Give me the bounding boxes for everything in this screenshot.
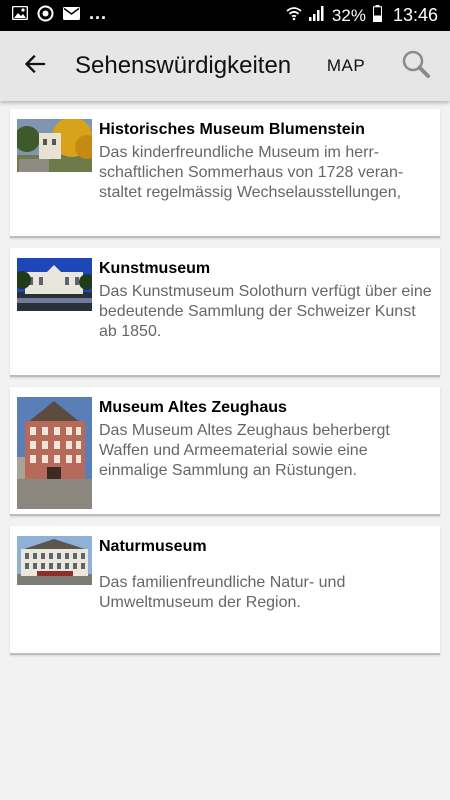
list-item-naturmuseum[interactable]: Naturmuseum Das familienfreundliche Natu… xyxy=(10,526,440,655)
list-item-kunstmuseum[interactable]: Kunstmuseum Das Kunstmuseum Solothurn ve… xyxy=(10,248,440,377)
thumbnail-image xyxy=(17,397,92,509)
back-button[interactable] xyxy=(0,31,70,101)
item-description: Das Museum Altes Zeughaus beherbergt Waf… xyxy=(99,422,390,479)
signal-icon xyxy=(308,5,325,26)
app-bar: Sehenswürdigkeiten MAP xyxy=(0,31,450,101)
more-notifications-dots: ... xyxy=(89,3,108,23)
thumbnail-image xyxy=(17,536,92,585)
wifi-icon xyxy=(286,5,302,26)
search-icon xyxy=(401,49,431,84)
battery-percent: 32% xyxy=(331,5,366,25)
image-icon xyxy=(11,5,29,25)
map-button[interactable]: MAP xyxy=(316,56,376,76)
battery-icon xyxy=(372,4,382,27)
arrow-back-icon xyxy=(23,52,47,81)
item-title: Naturmuseum xyxy=(99,538,207,555)
status-right-icons: 32% 13:46 xyxy=(286,4,438,27)
list-item-blumenstein[interactable]: Historisches Museum Blumenstein Das kind… xyxy=(10,109,440,238)
thumbnail-image xyxy=(17,119,92,172)
status-bar: ... 32% 13:46 xyxy=(0,0,450,31)
list-item-altes-zeughaus[interactable]: Museum Altes Zeughaus Das Museum Altes Z… xyxy=(10,387,440,516)
item-description: Das Kunstmuseum Solothurn verfügt über e… xyxy=(99,283,432,340)
status-left-icons: ... xyxy=(11,3,108,27)
item-description: Das familienfreundliche Natur- und Umwel… xyxy=(99,574,346,611)
search-button[interactable] xyxy=(390,31,442,101)
status-time: 13:46 xyxy=(392,5,438,25)
page-title: Sehenswürdigkeiten xyxy=(75,52,292,79)
sights-list: Historisches Museum Blumenstein Das kind… xyxy=(10,109,440,665)
item-title: Kunstmuseum xyxy=(99,260,211,277)
thumbnail-image xyxy=(17,258,92,311)
item-description: Das kinderfreundliche Museum im herr-sch… xyxy=(99,144,404,201)
item-title: Historisches Museum Blumenstein xyxy=(99,121,365,138)
mail-icon xyxy=(63,6,80,25)
item-title: Museum Altes Zeughaus xyxy=(99,399,287,416)
sync-icon xyxy=(37,5,54,27)
